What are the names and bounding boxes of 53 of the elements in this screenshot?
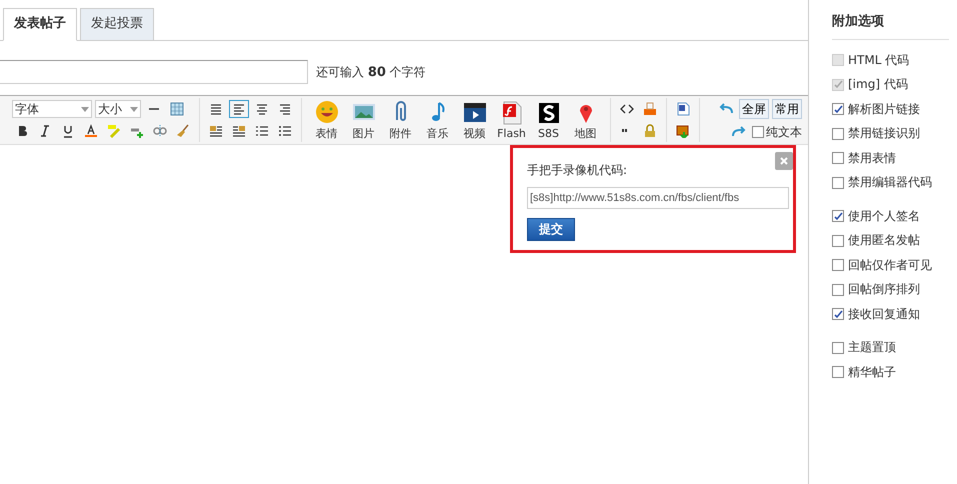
sidebar-title: 附加选项 xyxy=(832,12,949,40)
media-button[interactable]: 地图 xyxy=(567,100,604,140)
media-button[interactable]: 音乐 xyxy=(419,100,456,140)
fullscreen-button[interactable]: 全屏 xyxy=(739,99,769,119)
tab[interactable]: 发起投票 xyxy=(80,8,154,40)
option-label: 回帖倒序排列 xyxy=(848,281,920,298)
checkbox[interactable] xyxy=(832,128,844,140)
media-button[interactable]: 附件 xyxy=(382,100,419,140)
media-button[interactable]: Flash xyxy=(493,100,530,140)
option-label: 使用匿名发帖 xyxy=(848,232,920,250)
font-select[interactable]: 字体 xyxy=(12,100,92,118)
close-icon xyxy=(779,156,789,166)
subject-field[interactable] xyxy=(0,60,308,84)
character-counter: 还可输入 80 个字符 xyxy=(316,64,426,80)
dropdown-arrow-icon xyxy=(81,106,89,112)
option-label: [img] 代码 xyxy=(848,76,908,94)
media-button[interactable]: 表情 xyxy=(308,100,345,140)
option-label: 使用个人签名 xyxy=(848,208,920,225)
checkbox[interactable] xyxy=(832,366,844,378)
dropdown-arrow-icon xyxy=(130,106,138,112)
size-select[interactable]: 大小 xyxy=(95,100,141,118)
checkbox[interactable] xyxy=(832,284,844,296)
option-label: 回帖仅作者可见 xyxy=(848,256,932,274)
s-logo-icon xyxy=(536,100,560,124)
checkbox[interactable] xyxy=(832,210,844,222)
option-label: 禁用编辑器代码 xyxy=(848,174,932,192)
option-label: 禁用链接识别 xyxy=(848,125,920,142)
media-button[interactable]: S8S xyxy=(530,100,567,140)
checkbox[interactable] xyxy=(832,259,844,272)
media-button[interactable]: 图片 xyxy=(345,100,382,140)
code-field[interactable]: [s8s]http://www.51s8s.com.cn/fbs/client/fbs xyxy=(527,187,789,209)
checkbox[interactable] xyxy=(832,152,844,164)
option-label: 纯文本 xyxy=(766,124,802,140)
checkbox[interactable] xyxy=(832,308,844,320)
checkbox[interactable] xyxy=(832,103,844,116)
align-left-icon[interactable] xyxy=(229,100,249,118)
checkbox[interactable] xyxy=(832,234,844,247)
common-button[interactable]: 常用 xyxy=(772,99,802,119)
submit-button[interactable]: 提交 xyxy=(527,218,575,241)
option-label: HTML 代码 xyxy=(848,52,910,69)
option-label: 精华帖子 xyxy=(848,364,896,381)
smiley-icon xyxy=(314,100,338,124)
close-button[interactable] xyxy=(775,152,793,170)
option-label: 解析图片链接 xyxy=(848,100,920,118)
checkbox[interactable] xyxy=(832,342,844,354)
media-button[interactable]: 视频 xyxy=(456,100,493,140)
tab[interactable]: 发表帖子 xyxy=(3,8,77,41)
checkbox[interactable] xyxy=(832,176,844,189)
option-label: 主题置顶 xyxy=(848,339,896,356)
dialog-title: 手把手录像机代码: xyxy=(527,162,628,179)
option-label: 接收回复通知 xyxy=(848,306,920,323)
option-label: 禁用表情 xyxy=(848,150,896,167)
checkbox[interactable] xyxy=(752,126,764,138)
